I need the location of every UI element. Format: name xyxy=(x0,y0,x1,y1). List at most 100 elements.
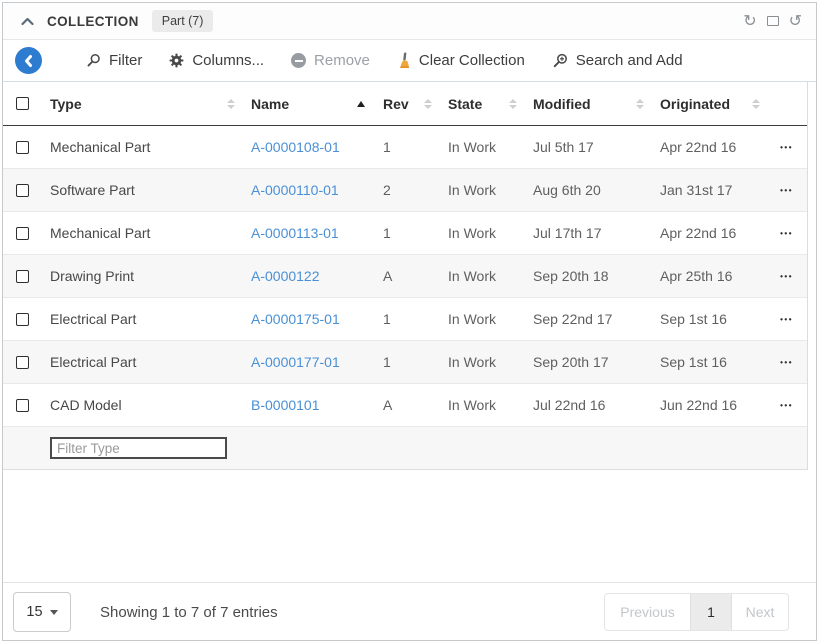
row-actions-cell: ••• xyxy=(776,272,807,281)
row-type: Software Part xyxy=(50,182,251,198)
magnifier-plus-icon xyxy=(552,53,568,69)
columns-label: Columns... xyxy=(192,52,264,69)
collapse-chevron-up-icon[interactable] xyxy=(21,17,34,26)
filter-type-input[interactable] xyxy=(50,437,227,459)
column-header-originated[interactable]: Originated xyxy=(660,96,776,112)
row-actions-menu-icon[interactable]: ••• xyxy=(780,143,793,152)
row-actions-menu-icon[interactable]: ••• xyxy=(780,229,793,238)
row-type: Mechanical Part xyxy=(50,139,251,155)
column-header-name[interactable]: Name xyxy=(251,96,383,112)
row-checkbox[interactable] xyxy=(16,184,29,197)
column-header-type[interactable]: Type xyxy=(50,96,251,112)
filter-button[interactable]: Filter xyxy=(86,52,142,69)
row-name-link[interactable]: B-0000101 xyxy=(251,397,320,413)
remove-button[interactable]: Remove xyxy=(291,52,370,69)
collection-panel: COLLECTION Part (7) ↻ ↺ Filter xyxy=(2,2,817,641)
row-actions-menu-icon[interactable]: ••• xyxy=(780,358,793,367)
row-name-link[interactable]: A-0000175-01 xyxy=(251,311,340,327)
columns-button[interactable]: Columns... xyxy=(169,52,264,69)
previous-page-button[interactable]: Previous xyxy=(605,594,690,630)
column-label-type: Type xyxy=(50,96,82,112)
row-name-cell: A-0000122 xyxy=(251,268,383,284)
filter-type-cell xyxy=(50,437,251,459)
row-name-link[interactable]: A-0000177-01 xyxy=(251,354,340,370)
search-and-add-button[interactable]: Search and Add xyxy=(552,52,683,69)
column-header-rev[interactable]: Rev xyxy=(383,96,448,112)
row-actions-menu-icon[interactable]: ••• xyxy=(780,272,793,281)
sort-icon-state xyxy=(509,99,517,109)
row-checkbox-cell xyxy=(3,184,50,197)
next-page-button[interactable]: Next xyxy=(732,594,788,630)
row-type: CAD Model xyxy=(50,397,251,413)
row-name-cell: A-0000113-01 xyxy=(251,225,383,241)
column-label-rev: Rev xyxy=(383,96,409,112)
row-name-cell: A-0000175-01 xyxy=(251,311,383,327)
row-actions-menu-icon[interactable]: ••• xyxy=(780,401,793,410)
undo-icon[interactable]: ↺ xyxy=(789,13,802,29)
row-actions-cell: ••• xyxy=(776,315,807,324)
row-type: Electrical Part xyxy=(50,354,251,370)
row-rev: A xyxy=(383,397,448,413)
row-name-link[interactable]: A-0000110-01 xyxy=(251,182,339,198)
row-name-cell: A-0000177-01 xyxy=(251,354,383,370)
row-checkbox[interactable] xyxy=(16,141,29,154)
panel-header: COLLECTION Part (7) ↻ ↺ xyxy=(3,3,816,40)
row-actions-cell: ••• xyxy=(776,358,807,367)
header-checkbox-cell xyxy=(3,97,50,110)
row-rev: 1 xyxy=(383,225,448,241)
sort-icon-originated xyxy=(752,99,760,109)
row-state: In Work xyxy=(448,225,533,241)
row-checkbox-cell xyxy=(3,399,50,412)
magnifier-icon xyxy=(86,53,101,68)
row-rev: 1 xyxy=(383,139,448,155)
column-header-state[interactable]: State xyxy=(448,96,533,112)
column-label-modified: Modified xyxy=(533,96,591,112)
row-checkbox[interactable] xyxy=(16,356,29,369)
sort-icon-rev xyxy=(424,99,432,109)
restore-window-icon[interactable] xyxy=(767,16,779,26)
table-body: Mechanical PartA-0000108-011In WorkJul 5… xyxy=(3,126,807,427)
row-actions-cell: ••• xyxy=(776,401,807,410)
refresh-icon[interactable]: ↻ xyxy=(743,13,756,29)
search-and-add-label: Search and Add xyxy=(576,52,683,69)
row-name-link[interactable]: A-0000108-01 xyxy=(251,139,340,155)
row-actions-cell: ••• xyxy=(776,143,807,152)
row-actions-menu-icon[interactable]: ••• xyxy=(780,315,793,324)
row-rev: 1 xyxy=(383,354,448,370)
pagination: Previous 1 Next xyxy=(604,593,789,631)
row-checkbox[interactable] xyxy=(16,227,29,240)
row-state: In Work xyxy=(448,139,533,155)
row-originated: Jan 31st 17 xyxy=(660,182,776,198)
row-checkbox-cell xyxy=(3,356,50,369)
caret-down-icon xyxy=(50,610,58,615)
current-page-button[interactable]: 1 xyxy=(690,594,732,630)
row-originated: Sep 1st 16 xyxy=(660,354,776,370)
entries-summary: Showing 1 to 7 of 7 entries xyxy=(100,583,278,641)
row-checkbox-cell xyxy=(3,313,50,326)
table-row: Mechanical PartA-0000113-011In WorkJul 1… xyxy=(3,212,807,255)
row-state: In Work xyxy=(448,268,533,284)
row-checkbox[interactable] xyxy=(16,313,29,326)
column-header-modified[interactable]: Modified xyxy=(533,96,660,112)
row-rev: A xyxy=(383,268,448,284)
row-name-link[interactable]: A-0000122 xyxy=(251,268,320,284)
sort-icon-modified xyxy=(636,99,644,109)
row-name-link[interactable]: A-0000113-01 xyxy=(251,225,339,241)
table-row: Drawing PrintA-0000122AIn WorkSep 20th 1… xyxy=(3,255,807,298)
filter-label: Filter xyxy=(109,52,142,69)
row-type: Electrical Part xyxy=(50,311,251,327)
row-actions-cell: ••• xyxy=(776,229,807,238)
broom-icon xyxy=(397,52,411,69)
select-all-checkbox[interactable] xyxy=(16,97,29,110)
page-size-select[interactable]: 15 xyxy=(13,592,71,632)
panel-title: COLLECTION xyxy=(47,14,139,29)
clear-collection-button[interactable]: Clear Collection xyxy=(397,52,525,69)
table-row: CAD ModelB-0000101AIn WorkJul 22nd 16Jun… xyxy=(3,384,807,427)
row-checkbox-cell xyxy=(3,270,50,283)
row-originated: Apr 22nd 16 xyxy=(660,139,776,155)
row-checkbox[interactable] xyxy=(16,270,29,283)
row-actions-menu-icon[interactable]: ••• xyxy=(780,186,793,195)
row-checkbox[interactable] xyxy=(16,399,29,412)
back-button[interactable] xyxy=(15,47,42,74)
restore-window-square xyxy=(767,16,779,26)
